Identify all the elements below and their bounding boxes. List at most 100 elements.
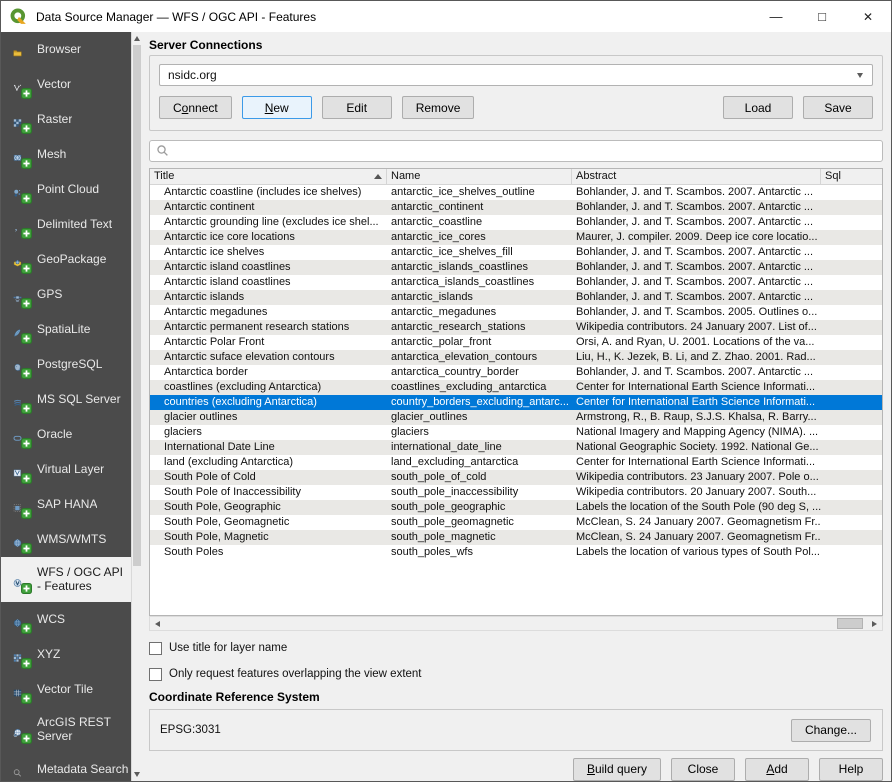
table-row[interactable]: glaciersglaciersNational Imagery and Map…: [150, 425, 882, 440]
hscroll-thumb[interactable]: [837, 618, 863, 629]
table-header: Title Name Abstract Sql: [150, 169, 882, 185]
close-button[interactable]: Close: [671, 758, 735, 781]
sidebar-item-metadata-search[interactable]: Metadata Search: [1, 752, 131, 781]
table-row[interactable]: South Pole, Geomagneticsouth_pole_geomag…: [150, 515, 882, 530]
sidebar-item-xyz[interactable]: XYZ: [1, 637, 131, 672]
table-row[interactable]: Antarctic ice shelvesantarctic_ice_shelv…: [150, 245, 882, 260]
add-button[interactable]: Add: [745, 758, 809, 781]
only-request-features-checkbox[interactable]: Only request features overlapping the vi…: [149, 667, 883, 681]
sidebar-item-geopackage[interactable]: GeoPackage: [1, 242, 131, 277]
save-button[interactable]: Save: [803, 96, 873, 119]
search-input[interactable]: [174, 144, 876, 158]
table-row[interactable]: South Pole, Geographicsouth_pole_geograp…: [150, 500, 882, 515]
sidebar-item-wfs-ogc-api-features[interactable]: WFS / OGC API - Features: [1, 557, 131, 602]
scroll-left-icon[interactable]: [150, 617, 165, 630]
table-row[interactable]: South Polessouth_poles_wfsLabels the loc…: [150, 545, 882, 560]
checkbox-unchecked-icon[interactable]: [149, 668, 162, 681]
sidebar-item-spatialite[interactable]: SpatiaLite: [1, 312, 131, 347]
filter-searchbox[interactable]: [149, 140, 883, 162]
table-row[interactable]: glacier outlinesglacier_outlinesArmstron…: [150, 410, 882, 425]
sidebar-item-gps[interactable]: GPS: [1, 277, 131, 312]
checkbox-unchecked-icon[interactable]: [149, 642, 162, 655]
sidebar-item-oracle[interactable]: Oracle: [1, 417, 131, 452]
table-row[interactable]: South Pole, Magneticsouth_pole_magneticM…: [150, 530, 882, 545]
table-row[interactable]: Antarctica borderantarctica_country_bord…: [150, 365, 882, 380]
sidebar-scroll-track[interactable]: [132, 45, 142, 768]
remove-button[interactable]: Remove: [402, 96, 475, 119]
table-row[interactable]: Antarctic continentantarctic_continentBo…: [150, 200, 882, 215]
column-header-title[interactable]: Title: [150, 169, 387, 184]
table-row[interactable]: Antarctic ice core locationsantarctic_ic…: [150, 230, 882, 245]
load-button[interactable]: Load: [723, 96, 793, 119]
table-row[interactable]: Antarctic island coastlinesantarctic_isl…: [150, 260, 882, 275]
sidebar-item-mesh[interactable]: Mesh: [1, 137, 131, 172]
sidebar-item-raster[interactable]: Raster: [1, 102, 131, 137]
table-row[interactable]: Antarctic megadunesantarctic_megadunesBo…: [150, 305, 882, 320]
sidebar-item-browser[interactable]: Browser: [1, 32, 131, 67]
table-row[interactable]: countries (excluding Antarctica)country_…: [150, 395, 882, 410]
table-row[interactable]: Antarctic coastline (includes ice shelve…: [150, 185, 882, 200]
use-title-checkbox[interactable]: Use title for layer name: [149, 641, 883, 655]
cell-name: antarctica_elevation_contours: [387, 350, 572, 365]
table-row[interactable]: South Pole of Coldsouth_pole_of_coldWiki…: [150, 470, 882, 485]
sidebar-item-wcs[interactable]: WCS: [1, 602, 131, 637]
table-horizontal-scrollbar[interactable]: [149, 616, 883, 631]
edit-button[interactable]: Edit: [322, 96, 392, 119]
sidebar-item-wms-wmts[interactable]: WMS/WMTS: [1, 522, 131, 557]
scroll-right-icon[interactable]: [867, 617, 882, 630]
column-header-abstract[interactable]: Abstract: [572, 169, 821, 184]
cell-title: countries (excluding Antarctica): [150, 395, 387, 410]
table-row[interactable]: South Pole of Inaccessibilitysouth_pole_…: [150, 485, 882, 500]
table-row[interactable]: International Date Lineinternational_dat…: [150, 440, 882, 455]
cell-title: glacier outlines: [150, 410, 387, 425]
sidebar-scrollbar[interactable]: [131, 32, 142, 781]
connection-combobox[interactable]: nsidc.org: [159, 64, 873, 86]
cell-abstract: Wikipedia contributors. 24 January 2007.…: [572, 320, 821, 335]
table-row[interactable]: Antarctic islandsantarctic_islandsBohlan…: [150, 290, 882, 305]
sidebar-item-sap-hana[interactable]: SAP HANA: [1, 487, 131, 522]
table-row[interactable]: Antarctic island coastlinesantarctica_is…: [150, 275, 882, 290]
sidebar-item-postgresql[interactable]: PostgreSQL: [1, 347, 131, 382]
sidebar-item-label: Delimited Text: [37, 218, 112, 232]
table-row[interactable]: land (excluding Antarctica)land_excludin…: [150, 455, 882, 470]
table-row[interactable]: Antarctic suface elevation contoursantar…: [150, 350, 882, 365]
search-icon: [6, 758, 30, 782]
table-row[interactable]: Antarctic Polar Frontantarctic_polar_fro…: [150, 335, 882, 350]
connect-button[interactable]: Connect: [159, 96, 232, 119]
new-button[interactable]: New: [242, 96, 312, 119]
sidebar-item-ms-sql-server[interactable]: MS SQL Server: [1, 382, 131, 417]
sidebar-item-virtual-layer[interactable]: Virtual Layer: [1, 452, 131, 487]
column-header-name[interactable]: Name: [387, 169, 572, 184]
sidebar-item-label: WMS/WMTS: [37, 533, 106, 547]
sidebar-item-label: GeoPackage: [37, 253, 106, 267]
chevron-down-icon: [857, 73, 863, 78]
table-row[interactable]: coastlines (excluding Antarctica)coastli…: [150, 380, 882, 395]
sidebar-scroll-thumb[interactable]: [133, 45, 141, 566]
sidebar-item-vector[interactable]: Vector: [1, 67, 131, 102]
scroll-down-icon[interactable]: [132, 768, 142, 781]
column-header-sql[interactable]: Sql: [821, 169, 882, 184]
cell-sql: [821, 305, 882, 320]
hscroll-track[interactable]: [165, 617, 867, 630]
cell-name: antarctic_continent: [387, 200, 572, 215]
sidebar-item-arcgis-rest-server[interactable]: ArcGIS REST Server: [1, 707, 131, 752]
geopackage-icon: [6, 248, 30, 272]
cell-sql: [821, 290, 882, 305]
table-row[interactable]: Antarctic grounding line (excludes ice s…: [150, 215, 882, 230]
help-button[interactable]: Help: [819, 758, 883, 781]
table-row[interactable]: Antarctic permanent research stationsant…: [150, 320, 882, 335]
maximize-icon[interactable]: □: [799, 1, 845, 32]
sidebar-item-vector-tile[interactable]: Vector Tile: [1, 672, 131, 707]
sidebar-item-delimited-text[interactable]: ,Delimited Text: [1, 207, 131, 242]
point-cloud-icon: [6, 178, 30, 202]
vector-icon: [6, 73, 30, 97]
close-icon[interactable]: ✕: [845, 1, 891, 32]
sort-ascending-icon: [374, 174, 382, 179]
cell-sql: [821, 275, 882, 290]
sidebar-item-point-cloud[interactable]: Point Cloud: [1, 172, 131, 207]
change-crs-button[interactable]: Change...: [791, 719, 871, 742]
scroll-up-icon[interactable]: [132, 32, 142, 45]
build-query-button[interactable]: Build query: [573, 758, 661, 781]
cell-title: South Pole, Magnetic: [150, 530, 387, 545]
minimize-icon[interactable]: —: [753, 1, 799, 32]
